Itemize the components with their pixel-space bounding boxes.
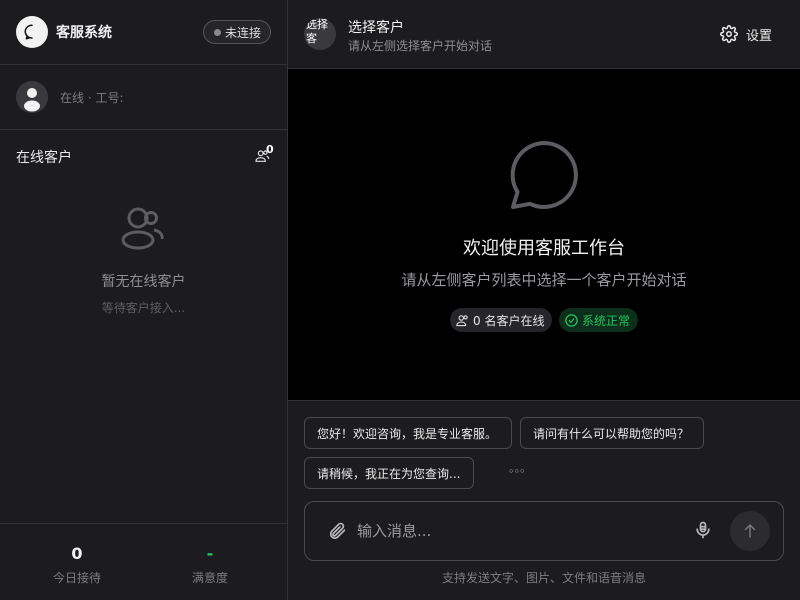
- customer-avatar: 选择客: [304, 18, 336, 50]
- stat-satisfaction: - 满意度: [150, 544, 270, 586]
- users-icon: [456, 314, 468, 326]
- connection-status-badge: 未连接: [203, 20, 272, 44]
- settings-button[interactable]: 设置: [720, 22, 772, 46]
- online-count: 0: [266, 143, 274, 156]
- system-status-label: 系统正常: [582, 313, 631, 328]
- quick-reply-button[interactable]: 您好！欢迎咨询，我是专业客服。: [304, 417, 512, 449]
- message-circle-icon: [510, 141, 578, 209]
- more-replies-icon[interactable]: ◦◦◦: [508, 465, 525, 478]
- agent-avatar-icon: [16, 81, 48, 113]
- quick-reply-button[interactable]: 请问有什么可以帮助您的吗？: [520, 417, 704, 449]
- composer: 您好！欢迎咨询，我是专业客服。 请问有什么可以帮助您的吗？ 请稍候，我正在为您查…: [288, 400, 800, 600]
- stat-label: 今日接待: [52, 571, 101, 585]
- avatar-alt-text: 选择客: [306, 18, 328, 45]
- chat-title: 选择客户: [348, 20, 404, 36]
- stat-value: 0: [71, 544, 83, 563]
- online-chip-label: 0 名客户在线: [473, 313, 545, 328]
- message-input[interactable]: [357, 518, 677, 544]
- stat-label: 满意度: [191, 571, 228, 585]
- empty-state-subtitle: 等待客户接入...: [101, 301, 186, 315]
- send-button[interactable]: [730, 511, 770, 551]
- welcome-subtitle: 请从左侧客户列表中选择一个客户开始对话: [401, 271, 687, 289]
- chat-header: 选择客 选择客户 请从左侧选择客户开始对话 设置: [288, 0, 800, 69]
- gear-icon: [720, 25, 738, 43]
- welcome-title: 欢迎使用客服工作台: [463, 238, 625, 259]
- empty-state-title: 暂无在线客户: [101, 274, 186, 290]
- stat-today-served: 0 今日接待: [17, 544, 137, 586]
- stat-value: -: [206, 544, 214, 563]
- settings-label: 设置: [746, 28, 773, 44]
- agent-status: 在线 · 工号:: [60, 91, 124, 105]
- chat-subtitle: 请从左侧选择客户开始对话: [348, 39, 493, 53]
- message-input-box: [304, 501, 784, 561]
- chat-bubble-icon: [16, 16, 48, 48]
- quick-reply-button[interactable]: 请稍候，我正在为您查询...: [304, 457, 474, 489]
- check-circle-icon: [565, 313, 578, 327]
- chat-area: 欢迎使用客服工作台 请从左侧客户列表中选择一个客户开始对话 0 名客户在线 系统…: [288, 69, 800, 400]
- brand-header: 客服系统 未连接: [0, 0, 287, 65]
- agent-profile: 在线 · 工号:: [0, 65, 287, 130]
- online-count-badge[interactable]: 0: [254, 143, 276, 165]
- online-customers-title: 在线客户: [16, 150, 72, 166]
- brand-title: 客服系统: [56, 25, 112, 41]
- arrow-up-icon: [744, 524, 756, 538]
- status-dot-icon: [214, 28, 221, 36]
- microphone-icon[interactable]: [693, 520, 713, 540]
- online-customers-chip: 0 名客户在线: [450, 308, 553, 332]
- system-status-chip: 系统正常: [559, 308, 639, 332]
- composer-hint: 支持发送文字、图片、文件和语音消息: [441, 571, 646, 585]
- sidebar: 客服系统 未连接 在线 · 工号: 在线客户 0 暂无在线客户 等待客户接入..…: [0, 0, 288, 600]
- connection-status-label: 未连接: [225, 25, 262, 40]
- stats-bar: 0 今日接待 - 满意度: [0, 523, 287, 600]
- paperclip-icon[interactable]: [327, 521, 347, 541]
- no-customers-icon: [121, 207, 164, 250]
